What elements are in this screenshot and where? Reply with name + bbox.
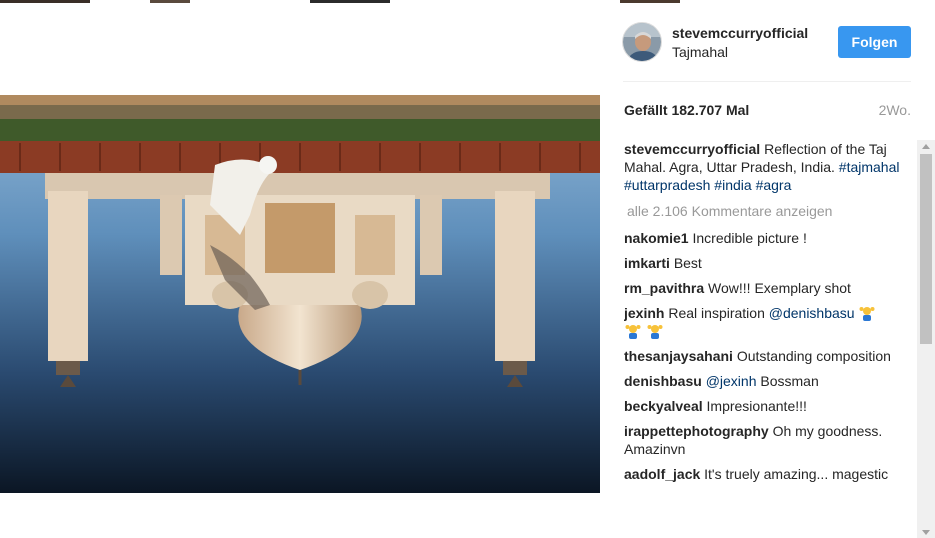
post-photo[interactable]: [0, 95, 600, 493]
caption-username[interactable]: stevemccurryofficial: [624, 141, 760, 157]
likes-count[interactable]: Gefällt 182.707 Mal: [624, 102, 749, 118]
avatar-image: [623, 23, 661, 61]
comment-item: beckyalveal Impresionante!!!: [624, 397, 914, 415]
follow-button[interactable]: Folgen: [838, 26, 911, 58]
comment-mention[interactable]: @jexinh: [706, 373, 757, 389]
post-username[interactable]: stevemccurryofficial: [672, 25, 808, 41]
comment-mention[interactable]: @denishbasu: [769, 305, 855, 321]
comment-text: Best: [673, 255, 702, 271]
comments-scrollbar[interactable]: [917, 140, 935, 538]
comment-item: nakomie1 Incredible picture !: [624, 229, 914, 247]
load-more-comments-link[interactable]: alle 2.106 Kommentare anzeigen: [624, 202, 914, 220]
comment-username[interactable]: thesanjaysahani: [624, 348, 733, 364]
comment-username[interactable]: aadolf_jack: [624, 466, 700, 482]
comment-text: It's truely amazing... magestic: [704, 466, 889, 482]
header-divider: [623, 81, 911, 82]
hashtag-agra[interactable]: #agra: [756, 177, 792, 193]
comment-username[interactable]: jexinh: [624, 305, 664, 321]
scrollbar-thumb[interactable]: [920, 154, 932, 344]
hashtag-uttarpradesh[interactable]: #uttarpradesh: [624, 177, 710, 193]
scroll-up-arrow-icon[interactable]: [917, 140, 935, 152]
comment-item: jexinh Real inspiration @denishbasu: [624, 304, 914, 340]
comment-username[interactable]: beckyalveal: [624, 398, 703, 414]
comment-item: rm_pavithra Wow!!! Exemplary shot: [624, 279, 914, 297]
person-raising-hands-emoji-icon: [625, 325, 641, 339]
comment-text: Wow!!! Exemplary shot: [708, 280, 851, 296]
comment-item: denishbasu @jexinh Bossman: [624, 372, 914, 390]
hashtag-india[interactable]: #india: [714, 177, 751, 193]
avatar[interactable]: [622, 22, 662, 62]
scroll-down-arrow-icon[interactable]: [917, 526, 935, 538]
taj-mahal-reflection-image: [0, 95, 600, 493]
hashtag-tajmahal[interactable]: #tajmahal: [839, 159, 900, 175]
comment-item: irappettephotography Oh my goodness. Ama…: [624, 422, 914, 458]
comment-item: aadolf_jack It's truely amazing... mages…: [624, 465, 914, 483]
person-raising-hands-emoji-icon: [647, 325, 663, 339]
comment-text: Outstanding composition: [736, 348, 891, 364]
comment-username[interactable]: rm_pavithra: [624, 280, 704, 296]
comment-text: Real inspiration: [668, 305, 765, 321]
comments-list: stevemccurryofficial Reflection of the T…: [624, 140, 914, 538]
comment-item: thesanjaysahani Outstanding composition: [624, 347, 914, 365]
comment-text: Impresionante!!!: [706, 398, 807, 414]
comment-item: imkarti Best: [624, 254, 914, 272]
caption: stevemccurryofficial Reflection of the T…: [624, 140, 914, 194]
post-time-ago[interactable]: 2Wo.: [860, 102, 911, 118]
comment-username[interactable]: imkarti: [624, 255, 670, 271]
comment-username[interactable]: denishbasu: [624, 373, 702, 389]
post-header: stevemccurryofficial Tajmahal Folgen: [600, 3, 935, 81]
comment-username[interactable]: irappettephotography: [624, 423, 769, 439]
person-raising-hands-emoji-icon: [859, 307, 875, 321]
comment-text: Bossman: [760, 373, 819, 389]
comment-username[interactable]: nakomie1: [624, 230, 689, 246]
comment-text: Incredible picture !: [692, 230, 807, 246]
post-location[interactable]: Tajmahal: [672, 44, 728, 60]
